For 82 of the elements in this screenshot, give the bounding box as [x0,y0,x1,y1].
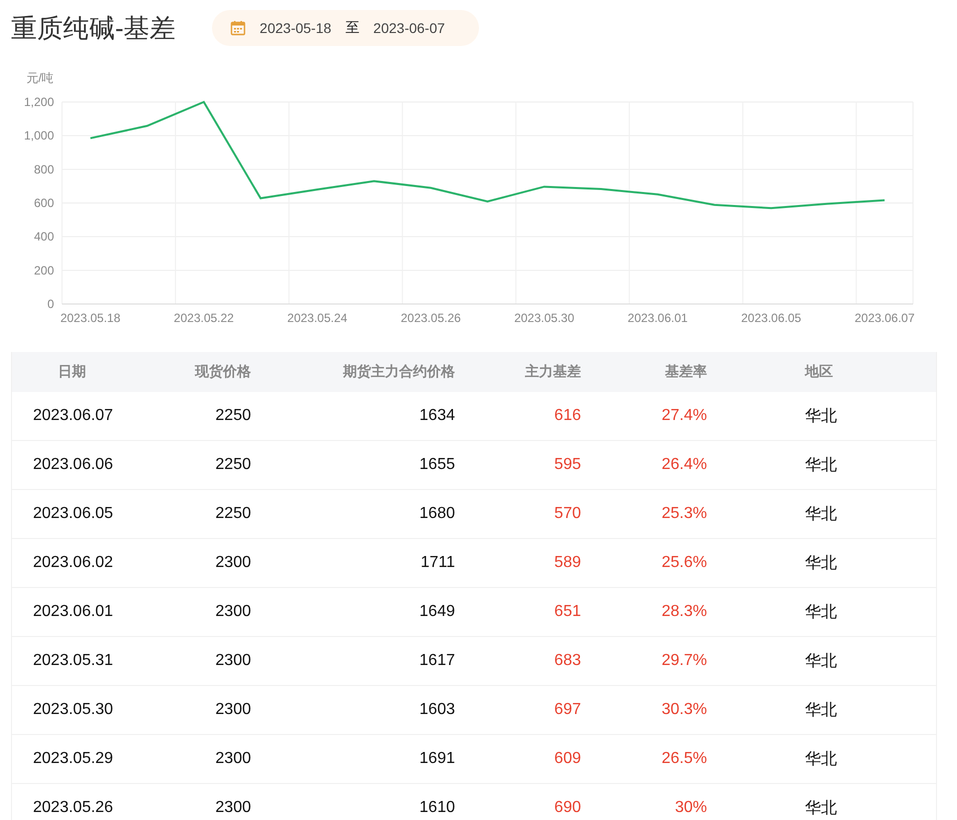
table-cell-text: 华北 [804,700,837,720]
column-header: 日期 [57,363,86,381]
x-tick-label: 2023.05.26 [400,311,461,325]
table-cell-text: 2023.06.01 [32,603,114,621]
table-cell: 2250 [215,407,251,425]
table-cell: 25.3% [662,505,707,523]
table-cell-text: 2023.06.07 [32,407,114,425]
column-header: 基差率 [665,363,707,381]
table-cell-text: 2023.05.26 [32,799,114,817]
table-cell: 1634 [419,407,455,425]
x-tick-label: 2023.05.18 [60,311,120,325]
table-cell-text: 华北 [804,456,837,476]
table-cell: 697 [554,701,581,719]
table-cell: 1603 [419,701,455,719]
table-cell: 683 [554,652,581,670]
y-axis-unit: 元/吨 [26,71,54,85]
table-cell: 30.3% [662,701,707,719]
table-cell: 1691 [419,750,455,768]
table-cell-text: 2023.05.30 [32,701,114,719]
table-cell-text: 华北 [804,602,837,622]
table-cell: 589 [554,554,581,572]
table-cell: 2300 [215,799,251,817]
table-cell: 616 [554,407,581,425]
table-cell: 609 [554,750,581,768]
table-cell: 2300 [215,554,251,572]
table-cell: 570 [554,505,581,523]
table-cell-text: 华北 [804,750,837,770]
y-tick-label: 400 [34,230,54,244]
table-cell: 26.4% [662,456,707,474]
table-cell: 2250 [215,456,251,474]
table-cell: 2250 [215,505,251,523]
table-cell: 1617 [419,652,455,670]
table-cell-text: 2023.06.06 [32,456,114,474]
table-cell: 1680 [419,505,455,523]
page-title: 重质纯碱-基差 [11,12,176,44]
table-cell: 28.3% [662,603,707,621]
table-cell-text: 华北 [804,554,837,574]
date-range-picker[interactable]: 2023-05-18 至 2023-06-07 [212,10,479,46]
table-cell-text: 2023.05.31 [32,652,114,670]
start-date: 2023-05-18 [260,20,332,36]
table-cell: 1610 [419,799,455,817]
table-cell: 1655 [419,456,455,474]
column-header: 现货价格 [195,363,251,381]
table-cell-text: 华北 [804,504,837,524]
table-cell-text: 2023.06.02 [32,554,114,572]
table-cell: 2300 [215,652,251,670]
table-cell: 2300 [215,750,251,768]
table-cell: 595 [554,456,581,474]
table-cell: 29.7% [662,652,707,670]
table-cell-text: 2023.05.29 [32,750,114,768]
table-cell-text: 华北 [804,652,837,672]
table-cell: 1711 [420,554,455,572]
x-tick-label: 2023.06.05 [741,311,802,325]
table-cell: 2300 [215,603,251,621]
y-tick-label: 800 [34,162,54,176]
y-tick-label: 200 [34,263,54,278]
table-cell-text: 华北 [804,798,837,818]
table-cell: 30% [674,799,707,817]
x-tick-label: 2023.05.30 [514,311,574,325]
x-tick-label: 2023.05.24 [287,311,348,325]
y-tick-label: 600 [34,196,54,210]
y-tick-label: 1,200 [24,95,54,109]
table-cell: 651 [554,603,581,621]
table-cell: 27.4% [662,407,707,425]
x-tick-label: 2023.05.22 [174,311,234,325]
table-cell-text: 2023.06.05 [32,505,114,523]
table-cell: 1649 [419,603,455,621]
y-tick-label: 0 [47,297,54,311]
calendar-icon [230,20,246,36]
end-date: 2023-06-07 [373,20,445,36]
range-separator: 至 [345,19,360,37]
table-cell: 26.5% [662,750,707,768]
x-tick-label: 2023.06.01 [628,311,688,325]
table-cell-text: 华北 [804,406,837,426]
y-tick-label: 1,000 [24,128,54,143]
table-cell: 2300 [215,701,251,719]
table-cell: 25.6% [662,554,707,572]
column-header: 主力基差 [525,363,581,381]
column-header: 地区 [804,363,833,381]
x-tick-label: 2023.06.07 [854,311,915,325]
column-header: 期货主力合约价格 [343,363,455,381]
table-cell: 690 [554,799,581,817]
